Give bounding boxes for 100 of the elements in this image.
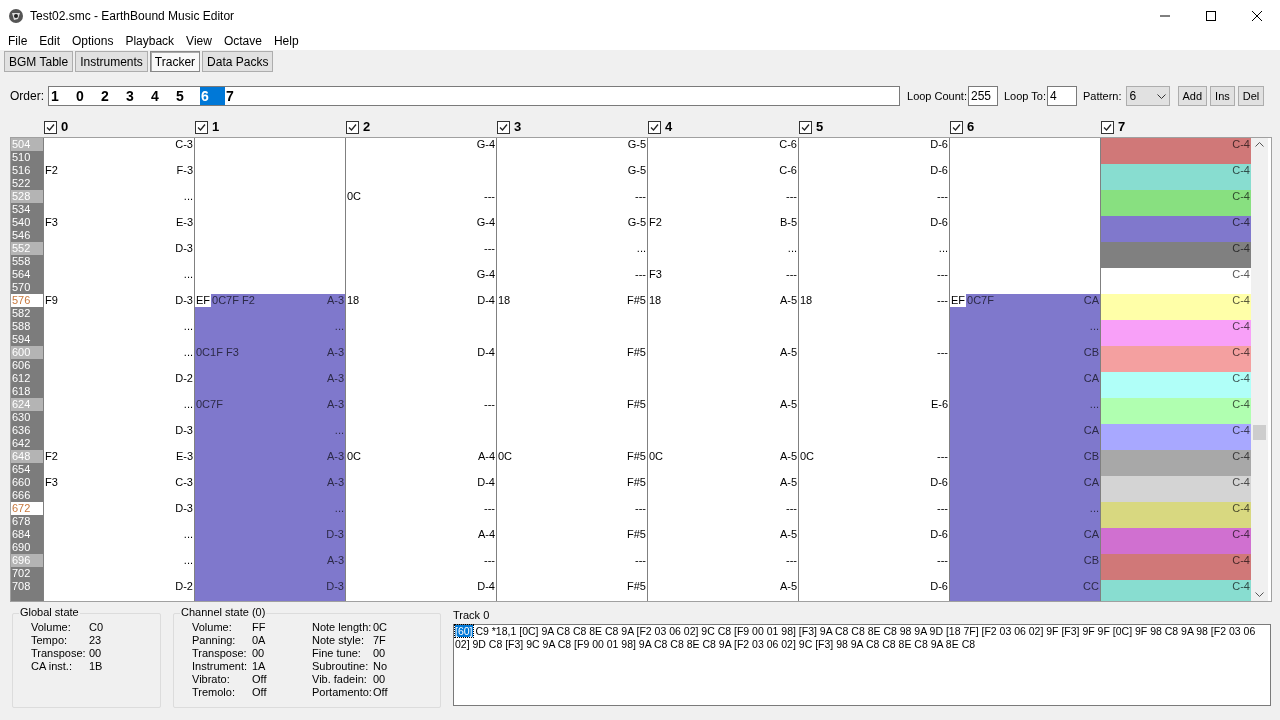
channel-checkbox[interactable]: [497, 120, 510, 134]
scrollbar[interactable]: [1251, 138, 1268, 601]
note-text: A-5: [779, 528, 798, 541]
effect-text: F2: [44, 164, 58, 177]
note-text: ...: [183, 320, 194, 333]
row-number: 504: [11, 138, 43, 151]
state-label: Transpose:: [192, 647, 248, 660]
note-text: ...: [1089, 502, 1100, 515]
note-text: D-3: [175, 424, 194, 437]
row-number: 576: [11, 294, 43, 307]
track-data-field[interactable]: [60] C9 *18,1 [0C] 9A C8 C8 8E C8 9A [F2 03 06 02] 9C C8 [F9 00 01 98] [F3] 9A C8 C8 8E C8 98 9A 9D [18 7F] [F2 03 06 02] 9F [F3] 9F 9F [0C] 9F 98 C8 9A 98 [F2 03 06 02] 9D C8 [F3] 9C 9A C8 [F9 00 01 98] 9A C8 C8 8E C8 9A [F2 03 06 02] 9C [F3] 98 9A C8 C8 8E C8 9A 8E C8: [453, 624, 1271, 706]
group-title: Global state: [19, 606, 80, 619]
note-text: ...: [938, 242, 949, 255]
note-text: C-6: [779, 138, 798, 151]
note-text: D-6: [930, 138, 949, 151]
state-label: Note length:: [312, 621, 373, 634]
order-item[interactable]: 2: [100, 87, 125, 105]
order-label: Order:: [10, 88, 44, 105]
channel-checkbox[interactable]: [1101, 120, 1114, 134]
menu-item[interactable]: View: [180, 32, 218, 50]
row-number: 696: [11, 554, 43, 567]
menu-item[interactable]: File: [2, 32, 34, 50]
order-item[interactable]: 1: [50, 87, 75, 105]
window-title: Test02.smc - EarthBound Music Editor: [30, 8, 235, 25]
tab[interactable]: Data Packs: [202, 51, 274, 72]
note-text: D-3: [326, 580, 345, 593]
note-text: F#5: [627, 450, 647, 463]
action-button[interactable]: Del: [1237, 86, 1265, 106]
scroll-up-icon[interactable]: [1255, 142, 1264, 147]
channel-checkbox[interactable]: [346, 120, 359, 134]
effect-text: EF: [195, 294, 212, 307]
loop-to-field[interactable]: 4: [1046, 86, 1077, 106]
pattern-select[interactable]: 6: [1125, 86, 1170, 106]
state-label: Panning:: [192, 634, 237, 647]
menu-item[interactable]: Edit: [33, 32, 67, 50]
channel-checkbox[interactable]: [950, 120, 963, 134]
note-text: ...: [787, 242, 798, 255]
note-text: A-3: [326, 450, 345, 463]
note-text: ---: [484, 554, 496, 567]
order-item[interactable]: 3: [125, 87, 150, 105]
note-text: C-4: [1232, 476, 1251, 489]
note-text: D-2: [175, 580, 194, 593]
order-item[interactable]: 0: [75, 87, 100, 105]
order-item[interactable]: 7: [225, 87, 250, 105]
order-item[interactable]: 6: [200, 87, 225, 105]
loop-to-label: Loop To:: [1003, 88, 1046, 104]
menu-item[interactable]: Options: [66, 32, 120, 50]
note-text: D-3: [326, 528, 345, 541]
effect-text: 0C7F: [966, 294, 994, 307]
note-text: B-5: [779, 216, 798, 229]
channel-checkbox[interactable]: [44, 120, 57, 134]
note-text: D-4: [477, 580, 496, 593]
note-text: ---: [937, 268, 949, 281]
tab[interactable]: BGM Table: [4, 51, 74, 72]
effect-text: 18: [346, 294, 360, 307]
tab[interactable]: Tracker: [149, 51, 201, 72]
note-text: E-3: [175, 216, 194, 229]
order-item[interactable]: 5: [175, 87, 200, 105]
action-button[interactable]: Ins: [1210, 86, 1235, 106]
note-text: F#5: [627, 476, 647, 489]
note-text: C-4: [1232, 190, 1251, 203]
effect-text: 18: [799, 294, 813, 307]
state-label: Portamento:: [312, 686, 373, 699]
effect-text: 0C: [497, 450, 513, 463]
note-text: C-4: [1232, 554, 1251, 567]
note-text: F#5: [627, 528, 647, 541]
order-item[interactable]: 4: [150, 87, 175, 105]
note-text: ---: [635, 554, 647, 567]
scroll-thumb[interactable]: [1253, 425, 1266, 440]
note-text: A-3: [326, 346, 345, 359]
row-number: 648: [11, 450, 43, 463]
channel-checkbox[interactable]: [799, 120, 812, 134]
menu-item[interactable]: Octave: [217, 32, 268, 50]
state-value: No: [373, 660, 388, 673]
note-text: A-5: [779, 346, 798, 359]
state-label: Note style:: [312, 634, 365, 647]
note-text: G-4: [476, 138, 496, 151]
note-text: A-3: [326, 372, 345, 385]
channel-checkbox[interactable]: [195, 120, 208, 134]
tab[interactable]: Instruments: [75, 51, 148, 72]
note-text: C-4: [1232, 138, 1251, 151]
effect-text: 0C: [648, 450, 664, 463]
note-text: A-5: [779, 476, 798, 489]
order-list[interactable]: 1 0 2 3 4 5 6 7: [48, 86, 900, 106]
menu-item[interactable]: Help: [267, 32, 305, 50]
state-value: 00: [373, 647, 386, 660]
note-text: ---: [786, 190, 798, 203]
note-text: D-2: [175, 372, 194, 385]
note-text: D-4: [477, 346, 496, 359]
menu-item[interactable]: Playback: [119, 32, 181, 50]
channel-checkbox[interactable]: [648, 120, 661, 134]
note-text: A-3: [326, 398, 345, 411]
track-title: Track 0: [453, 609, 491, 622]
note-text: CA: [1083, 424, 1100, 437]
action-button[interactable]: Add: [1177, 86, 1208, 106]
note-text: C-4: [1232, 164, 1251, 177]
loop-count-field[interactable]: 255: [967, 86, 998, 106]
note-text: F#5: [627, 580, 647, 593]
note-text: ...: [1089, 398, 1100, 411]
scroll-down-icon[interactable]: [1255, 592, 1264, 597]
